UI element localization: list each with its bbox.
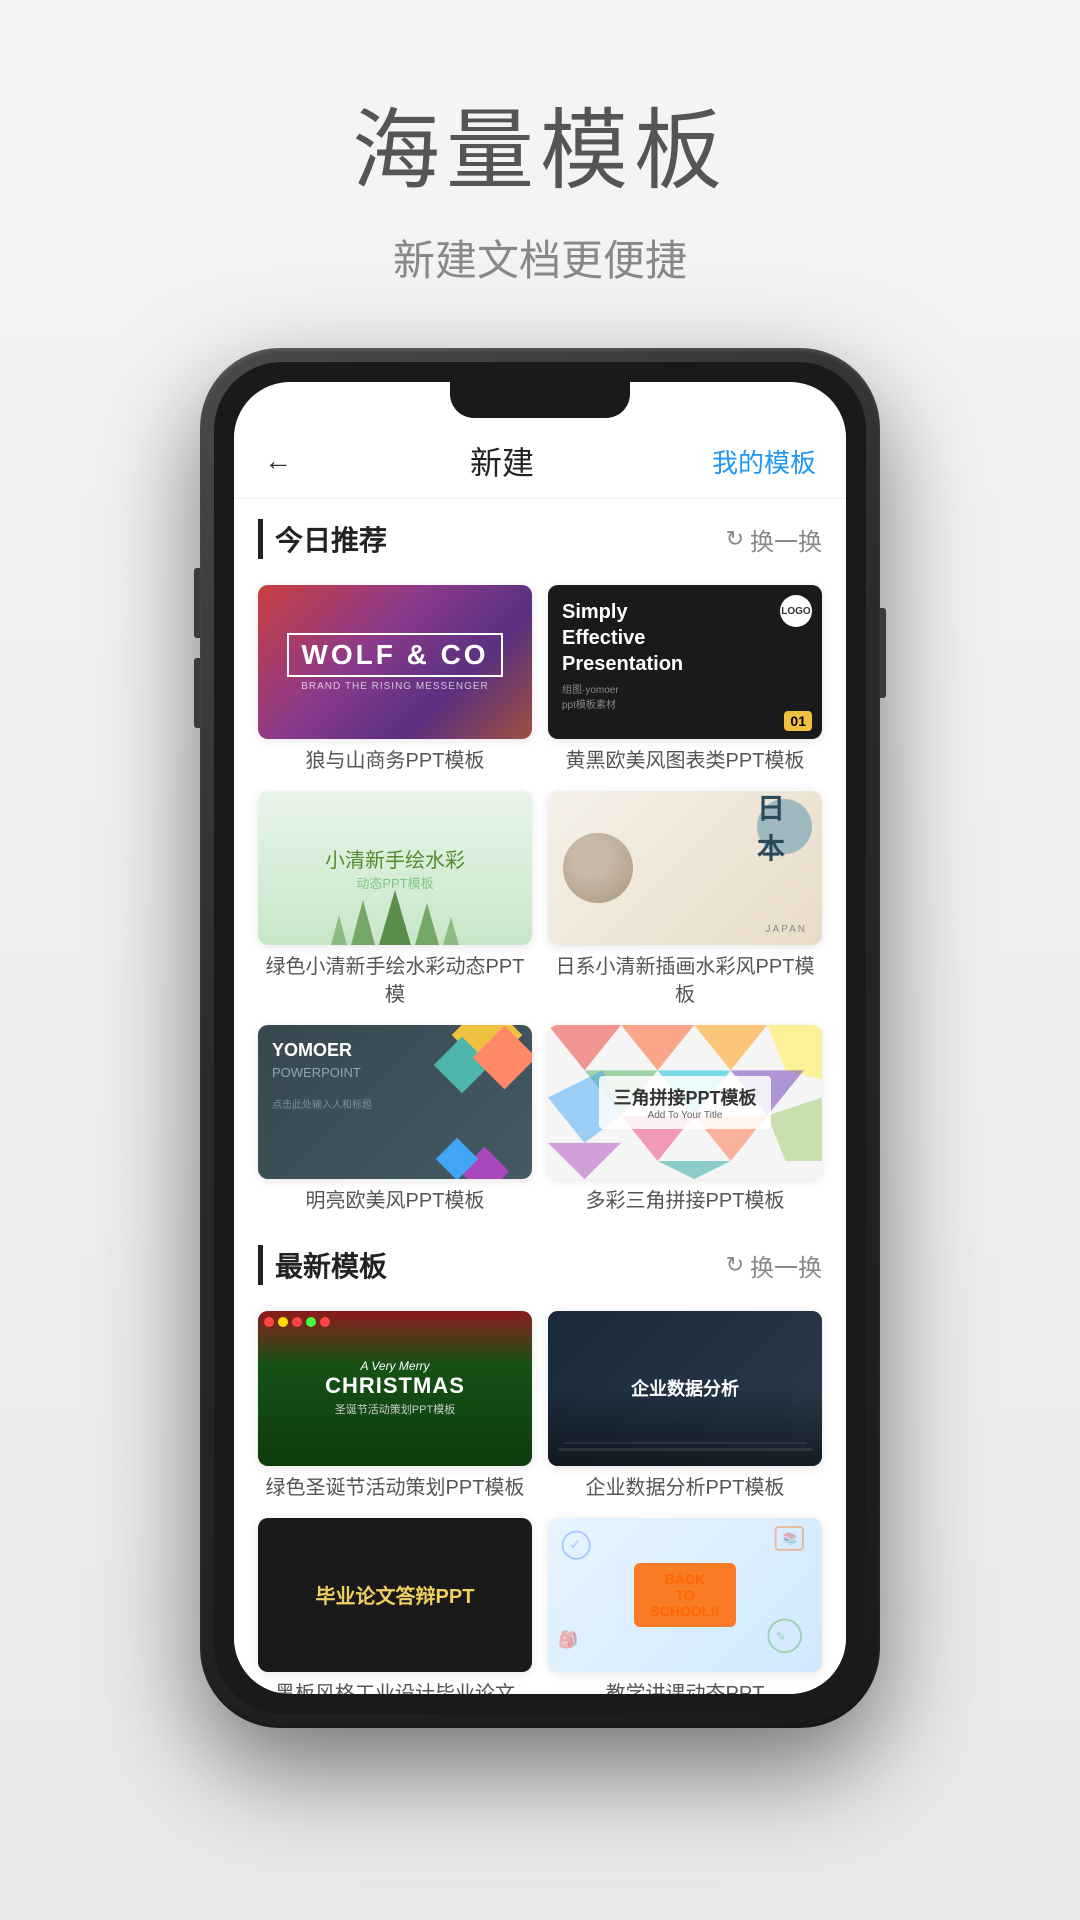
black-sub: 组图·yomoerppt模板素材	[562, 681, 808, 711]
latest-templates-grid: A Very Merry CHRISTMAS 圣诞节活动策划PPT模板 绿色圣诞…	[234, 1311, 846, 1694]
triangle-label: 多彩三角拼接PPT模板	[548, 1187, 822, 1215]
christmas-label: 绿色圣诞节活动策划PPT模板	[258, 1474, 532, 1502]
school-label: 教学讲课动态PPT	[548, 1680, 822, 1694]
today-templates-grid: WOLF & CO BRAND THE RISING MESSENGER 狼与山…	[234, 585, 846, 1215]
yomoer-tagline: 点击此处输入人和标题	[272, 1096, 518, 1111]
list-item[interactable]: ✓ 📚 ✎ 🎒 BACKTOSCHOOL!!	[548, 1518, 822, 1695]
graduation-template-thumb[interactable]: 毕业论文答辩PPT	[258, 1518, 532, 1672]
nav-bar: ← 新建 我的模板	[234, 418, 846, 499]
japan-kanji: 日本	[757, 791, 812, 867]
triangle-sub: Add To Your Title	[613, 1110, 756, 1121]
svg-text:📚: 📚	[783, 1531, 798, 1545]
school-title: BACKTOSCHOOL!!	[650, 1571, 719, 1619]
black-label: 黄黑欧美风图表类PPT模板	[548, 747, 822, 775]
xmas-main: CHRISTMAS	[325, 1373, 465, 1399]
today-title: 今日推荐	[258, 519, 387, 559]
refresh-today-button[interactable]: ↻ 换一换	[726, 522, 822, 557]
wc-title: 小清新手绘水彩	[325, 844, 465, 873]
yomoer-label: 明亮欧美风PPT模板	[258, 1187, 532, 1215]
enterprise-title: 企业数据分析	[631, 1375, 739, 1401]
japan-circle: 日本	[757, 799, 812, 854]
refresh-latest-icon: ↻	[726, 1252, 744, 1278]
page-subtitle: 新建文档更便捷	[352, 227, 728, 288]
enterprise-template-thumb[interactable]: 企业数据分析	[548, 1311, 822, 1465]
vol-down-button	[194, 658, 200, 728]
black-title: SimplyEffectivePresentation	[562, 599, 808, 677]
latest-section: 最新模板 ↻ 换一换	[234, 1225, 846, 1311]
vol-up-button	[194, 568, 200, 638]
wolf-title: WOLF & CO	[287, 633, 502, 677]
wc-sub: 动态PPT模板	[356, 873, 433, 892]
triangle-title: 三角拼接PPT模板	[613, 1084, 756, 1110]
wolf-subtitle: BRAND THE RISING MESSENGER	[287, 681, 502, 692]
grad-title: 毕业论文答辩PPT	[316, 1580, 475, 1609]
list-item[interactable]: 日本 JAPAN 日系小清新插画水彩风PPT模板	[548, 791, 822, 1009]
list-item[interactable]: 企业数据分析 企业数据分析PPT模板	[548, 1311, 822, 1501]
svg-text:🎒: 🎒	[558, 1629, 578, 1649]
nav-title: 新建	[470, 438, 534, 484]
list-item[interactable]: A Very Merry CHRISTMAS 圣诞节活动策划PPT模板 绿色圣诞…	[258, 1311, 532, 1501]
yomoer-template-thumb[interactable]: YOMOER POWERPOINT 点击此处输入人和标题	[258, 1025, 532, 1179]
black-template-thumb[interactable]: SimplyEffectivePresentation 组图·yomoerppt…	[548, 585, 822, 739]
school-template-thumb[interactable]: ✓ 📚 ✎ 🎒 BACKTOSCHOOL!!	[548, 1518, 822, 1672]
phone-notch	[450, 382, 630, 418]
latest-title: 最新模板	[258, 1245, 387, 1285]
yomoer-type: POWERPOINT	[272, 1065, 518, 1080]
watercolor-label: 绿色小清新手绘水彩动态PPT模	[258, 953, 532, 1009]
japan-label: 日系小清新插画水彩风PPT模板	[548, 953, 822, 1009]
svg-text:✎: ✎	[776, 1629, 787, 1643]
japan-cat	[563, 833, 633, 903]
black-logo: LOGO	[780, 595, 812, 627]
svg-text:✓: ✓	[569, 1537, 581, 1553]
my-templates-button[interactable]: 我的模板	[712, 443, 816, 480]
refresh-latest-button[interactable]: ↻ 换一换	[726, 1248, 822, 1283]
black-num: 01	[784, 711, 812, 731]
christmas-template-thumb[interactable]: A Very Merry CHRISTMAS 圣诞节活动策划PPT模板	[258, 1311, 532, 1465]
list-item[interactable]: WOLF & CO BRAND THE RISING MESSENGER 狼与山…	[258, 585, 532, 775]
xmas-line1: A Very Merry	[325, 1359, 465, 1373]
triangle-template-thumb[interactable]: 三角拼接PPT模板 Add To Your Title	[548, 1025, 822, 1179]
page-title: 海量模板	[352, 80, 728, 207]
graduation-label: 黑板风格工业设计毕业论文答...	[258, 1680, 532, 1694]
japan-text: JAPAN	[766, 924, 808, 935]
list-item[interactable]: 小清新手绘水彩 动态PPT模板 绿色小清新手绘水彩动	[258, 791, 532, 1009]
power-button	[880, 608, 886, 698]
list-item[interactable]: 三角拼接PPT模板 Add To Your Title 多彩三角拼接PPT模板	[548, 1025, 822, 1215]
today-section: 今日推荐 ↻ 换一换	[234, 499, 846, 585]
wolf-label: 狼与山商务PPT模板	[258, 747, 532, 775]
list-item[interactable]: 毕业论文答辩PPT 黑板风格工业设计毕业论文答...	[258, 1518, 532, 1695]
app-screen: ← 新建 我的模板 今日推荐 ↻ 换一换	[234, 418, 846, 1694]
japan-template-thumb[interactable]: 日本 JAPAN	[548, 791, 822, 945]
list-item[interactable]: YOMOER POWERPOINT 点击此处输入人和标题	[258, 1025, 532, 1215]
page-header: 海量模板 新建文档更便捷	[352, 0, 728, 288]
enterprise-label: 企业数据分析PPT模板	[548, 1474, 822, 1502]
back-button[interactable]: ←	[264, 445, 292, 477]
yomoer-brand: YOMOER	[272, 1039, 518, 1062]
xmas-sub: 圣诞节活动策划PPT模板	[325, 1401, 465, 1417]
list-item[interactable]: SimplyEffectivePresentation 组图·yomoerppt…	[548, 585, 822, 775]
wolf-template-thumb[interactable]: WOLF & CO BRAND THE RISING MESSENGER	[258, 585, 532, 739]
watercolor-template-thumb[interactable]: 小清新手绘水彩 动态PPT模板	[258, 791, 532, 945]
refresh-icon: ↻	[726, 526, 744, 552]
phone-mockup: ← 新建 我的模板 今日推荐 ↻ 换一换	[200, 348, 880, 1728]
